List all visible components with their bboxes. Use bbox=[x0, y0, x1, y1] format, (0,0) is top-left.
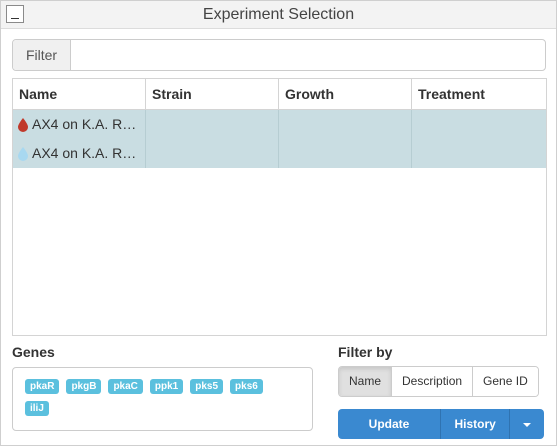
genes-tag-box: pkaR pkgB pkaC ppk1 pks5 pks6 iliJ bbox=[12, 367, 313, 431]
row-name: AX4 on K.A. R… bbox=[32, 116, 137, 132]
column-header-growth[interactable]: Growth bbox=[279, 79, 412, 109]
filter-by-toggle-group: Name Description Gene ID bbox=[338, 366, 539, 397]
action-button-group: Update History bbox=[338, 409, 544, 439]
table-row[interactable]: AX4 on K.A. R… bbox=[13, 139, 546, 168]
gene-tag[interactable]: ppk1 bbox=[149, 379, 184, 394]
filter-by-gene-id-button[interactable]: Gene ID bbox=[473, 367, 538, 396]
filter-group: Filter bbox=[12, 39, 546, 71]
gene-tag[interactable]: iliJ bbox=[25, 401, 49, 416]
filter-by-description-button[interactable]: Description bbox=[392, 367, 474, 396]
update-button[interactable]: Update bbox=[338, 409, 441, 439]
column-header-name[interactable]: Name bbox=[13, 79, 146, 109]
table-row[interactable]: AX4 on K.A. R… bbox=[13, 110, 546, 139]
genes-label: Genes bbox=[12, 344, 55, 360]
filter-label: Filter bbox=[13, 40, 71, 70]
window-title: Experiment Selection bbox=[202, 6, 355, 23]
water-drop-icon bbox=[18, 147, 28, 162]
row-strain bbox=[146, 139, 279, 168]
history-dropdown-button[interactable] bbox=[510, 409, 544, 439]
column-header-strain[interactable]: Strain bbox=[146, 79, 279, 109]
gene-tag[interactable]: pks6 bbox=[230, 379, 263, 394]
blood-drop-icon bbox=[18, 118, 28, 133]
experiment-selection-panel: Experiment Selection Filter Name Strain … bbox=[0, 0, 557, 446]
experiments-table: Name Strain Growth Treatment AX4 on K.A.… bbox=[12, 78, 547, 336]
table-header: Name Strain Growth Treatment bbox=[13, 79, 546, 110]
row-name-cell: AX4 on K.A. R… bbox=[13, 110, 146, 139]
row-growth bbox=[279, 110, 412, 139]
row-growth bbox=[279, 139, 412, 168]
history-button[interactable]: History bbox=[441, 409, 511, 439]
row-strain bbox=[146, 110, 279, 139]
gene-tag[interactable]: pkaR bbox=[25, 379, 60, 394]
filter-input[interactable] bbox=[71, 40, 545, 70]
row-treatment bbox=[412, 139, 546, 168]
gene-tag[interactable]: pkaC bbox=[108, 379, 143, 394]
filter-by-name-button[interactable]: Name bbox=[339, 367, 393, 396]
row-treatment bbox=[412, 110, 546, 139]
row-name: AX4 on K.A. R… bbox=[32, 145, 137, 161]
gene-tag[interactable]: pkgB bbox=[66, 379, 102, 394]
column-header-treatment[interactable]: Treatment bbox=[412, 79, 546, 109]
filter-by-label: Filter by bbox=[338, 344, 393, 360]
title-bar: Experiment Selection bbox=[1, 1, 556, 29]
gene-tag[interactable]: pks5 bbox=[190, 379, 224, 394]
caret-down-icon bbox=[523, 422, 532, 427]
row-name-cell: AX4 on K.A. R… bbox=[13, 139, 146, 168]
